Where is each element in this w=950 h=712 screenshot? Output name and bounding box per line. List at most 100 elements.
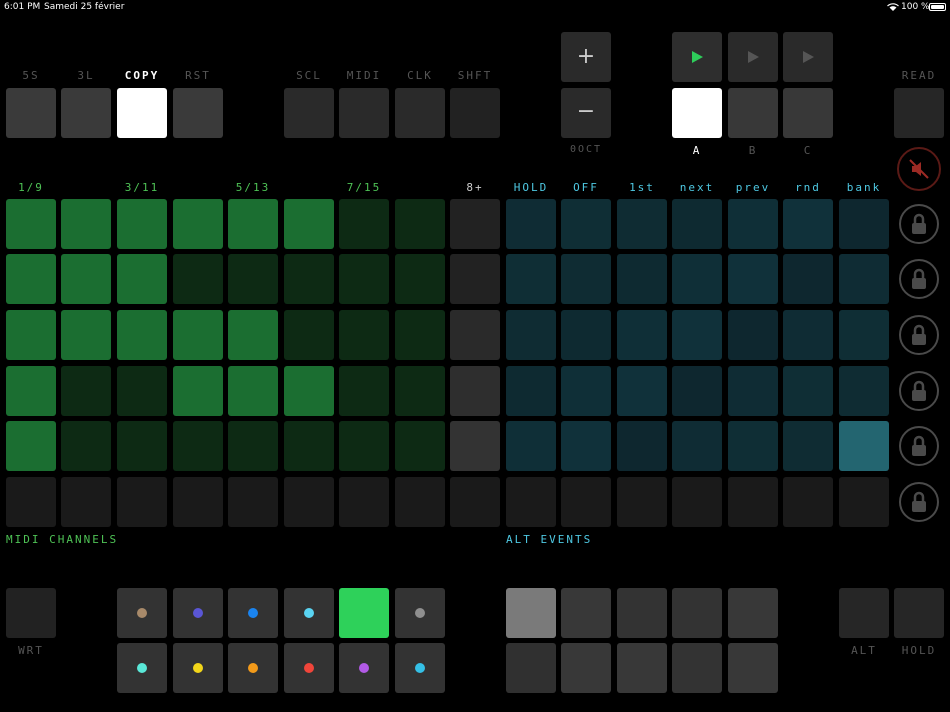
alt-pad[interactable] xyxy=(783,254,833,304)
step-pad[interactable] xyxy=(284,199,334,249)
alt-pad[interactable] xyxy=(617,199,667,249)
step-pad[interactable] xyxy=(6,310,56,360)
step-pad[interactable] xyxy=(6,366,56,416)
octave-pad[interactable] xyxy=(450,254,500,304)
alt-pad[interactable] xyxy=(561,310,611,360)
alt-pad[interactable] xyxy=(506,199,556,249)
alt-pad[interactable] xyxy=(839,254,889,304)
rst-button[interactable] xyxy=(173,88,223,138)
step-pad[interactable] xyxy=(228,254,278,304)
step-pad[interactable] xyxy=(173,366,223,416)
step-pad[interactable] xyxy=(339,421,389,471)
alt-pad[interactable] xyxy=(561,421,611,471)
clk-button[interactable] xyxy=(395,88,445,138)
step-pad[interactable] xyxy=(117,254,167,304)
alt-pad[interactable] xyxy=(839,477,889,527)
step-pad[interactable] xyxy=(284,310,334,360)
alt-pad[interactable] xyxy=(672,199,722,249)
alt-pad[interactable] xyxy=(506,254,556,304)
step-pad[interactable] xyxy=(339,199,389,249)
step-pad[interactable] xyxy=(117,366,167,416)
midi-channel-pad[interactable] xyxy=(228,588,278,638)
alt-pad[interactable] xyxy=(672,421,722,471)
step-pad[interactable] xyxy=(284,366,334,416)
step-pad[interactable] xyxy=(117,199,167,249)
alt-pad[interactable] xyxy=(617,477,667,527)
alt-pad[interactable] xyxy=(728,421,778,471)
alt-pad[interactable] xyxy=(561,477,611,527)
lock-icon[interactable] xyxy=(899,315,939,355)
alt-pad[interactable] xyxy=(839,421,889,471)
midi-channel-pad[interactable] xyxy=(395,588,445,638)
3l-button[interactable] xyxy=(61,88,111,138)
scl-button[interactable] xyxy=(284,88,334,138)
play-button-c[interactable] xyxy=(783,32,833,82)
alt-pad[interactable] xyxy=(839,310,889,360)
step-pad[interactable] xyxy=(339,477,389,527)
step-pad[interactable] xyxy=(117,477,167,527)
step-pad[interactable] xyxy=(395,421,445,471)
step-pad[interactable] xyxy=(395,254,445,304)
step-pad[interactable] xyxy=(173,477,223,527)
step-pad[interactable] xyxy=(6,199,56,249)
alt-pad[interactable] xyxy=(783,366,833,416)
midi-channel-pad[interactable] xyxy=(173,588,223,638)
step-pad[interactable] xyxy=(228,366,278,416)
alt-pad[interactable] xyxy=(783,477,833,527)
alt-pad[interactable] xyxy=(728,477,778,527)
alt-pad[interactable] xyxy=(672,254,722,304)
step-pad[interactable] xyxy=(284,477,334,527)
midi-channel-pad[interactable] xyxy=(284,588,334,638)
alt-pad[interactable] xyxy=(783,421,833,471)
step-pad[interactable] xyxy=(228,421,278,471)
midi-channel-pad[interactable] xyxy=(339,643,389,693)
step-pad[interactable] xyxy=(117,421,167,471)
step-pad[interactable] xyxy=(173,199,223,249)
step-pad[interactable] xyxy=(173,421,223,471)
step-pad[interactable] xyxy=(61,366,111,416)
alt-pad[interactable] xyxy=(672,366,722,416)
step-pad[interactable] xyxy=(284,254,334,304)
alt-event-pad[interactable] xyxy=(561,588,611,638)
alt-pad[interactable] xyxy=(728,366,778,416)
alt-pad[interactable] xyxy=(839,366,889,416)
midi-channel-pad[interactable] xyxy=(228,643,278,693)
step-pad[interactable] xyxy=(395,366,445,416)
alt-pad[interactable] xyxy=(728,199,778,249)
step-pad[interactable] xyxy=(228,477,278,527)
alt-pad[interactable] xyxy=(728,310,778,360)
step-pad[interactable] xyxy=(173,310,223,360)
alt-pad[interactable] xyxy=(728,254,778,304)
alt-pad[interactable] xyxy=(783,310,833,360)
step-pad[interactable] xyxy=(173,254,223,304)
step-pad[interactable] xyxy=(284,421,334,471)
step-pad[interactable] xyxy=(61,477,111,527)
wrt-button[interactable] xyxy=(6,588,56,638)
alt-pad[interactable] xyxy=(506,310,556,360)
pattern-c-button[interactable] xyxy=(783,88,833,138)
alt-event-pad[interactable] xyxy=(672,588,722,638)
octave-pad[interactable] xyxy=(450,366,500,416)
alt-pad[interactable] xyxy=(617,254,667,304)
step-pad[interactable] xyxy=(339,366,389,416)
octave-down-button[interactable]: − xyxy=(561,88,611,138)
alt-pad[interactable] xyxy=(672,477,722,527)
midi-channel-pad[interactable] xyxy=(117,588,167,638)
step-pad[interactable] xyxy=(339,310,389,360)
step-pad[interactable] xyxy=(61,310,111,360)
step-pad[interactable] xyxy=(6,254,56,304)
step-pad[interactable] xyxy=(117,310,167,360)
step-pad[interactable] xyxy=(395,477,445,527)
step-pad[interactable] xyxy=(61,421,111,471)
lock-icon[interactable] xyxy=(899,371,939,411)
octave-up-button[interactable]: + xyxy=(561,32,611,82)
midi-button[interactable] xyxy=(339,88,389,138)
alt-pad[interactable] xyxy=(617,421,667,471)
octave-pad[interactable] xyxy=(450,199,500,249)
midi-channel-pad[interactable] xyxy=(339,588,389,638)
alt-pad[interactable] xyxy=(561,254,611,304)
lock-icon[interactable] xyxy=(899,259,939,299)
alt-pad[interactable] xyxy=(561,199,611,249)
step-pad[interactable] xyxy=(395,310,445,360)
octave-pad[interactable] xyxy=(450,310,500,360)
